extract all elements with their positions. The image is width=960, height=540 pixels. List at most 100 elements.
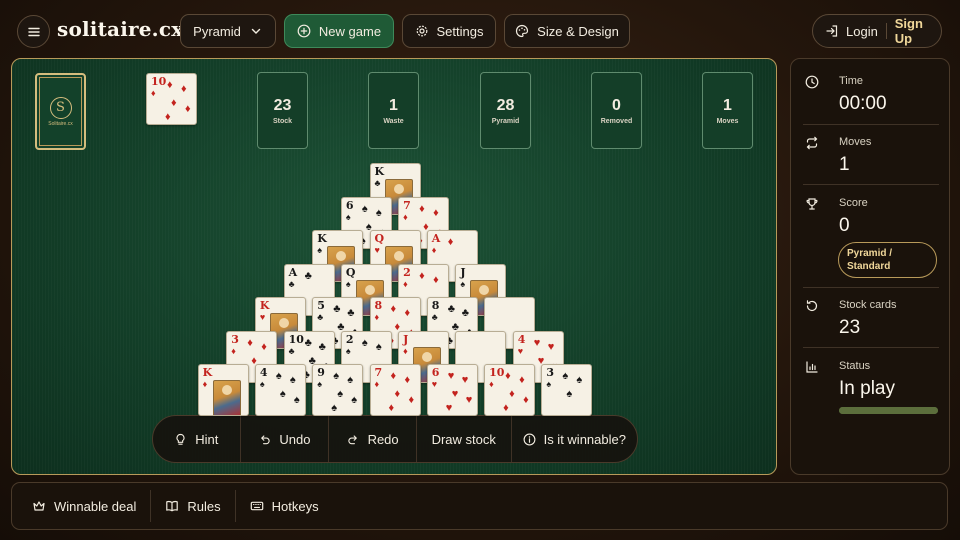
status-progress-fill	[839, 407, 938, 414]
card-rank: A	[431, 232, 441, 245]
counter-removed: 0 Removed	[591, 72, 642, 149]
card-suit: ♠	[345, 345, 351, 356]
crown-icon	[33, 501, 45, 511]
card-pip: ♣	[461, 307, 470, 319]
card-pip: ♦	[181, 83, 187, 95]
draw-stock-button[interactable]: Draw stock	[417, 416, 512, 462]
login-button[interactable]: Login	[813, 15, 886, 47]
signup-button[interactable]: Sign Up	[887, 16, 941, 46]
time-label: Time	[839, 75, 864, 87]
size-design-button[interactable]: Size & Design	[504, 14, 630, 48]
stat-divider	[803, 124, 939, 125]
card-rank: J	[460, 265, 466, 279]
pyramid-card[interactable]: 10 ♦ ♦ ♦ ♦ ♦ ♦	[484, 364, 536, 416]
status-progress-bar	[839, 407, 938, 414]
trophy-icon	[806, 198, 818, 210]
new-game-button[interactable]: New game	[284, 14, 394, 48]
court-figure	[212, 380, 241, 415]
card-suit: ♦	[374, 312, 380, 322]
undo-button[interactable]: Undo	[241, 416, 330, 462]
info-icon	[523, 433, 536, 445]
pyramid-card[interactable]: K ♦	[197, 364, 249, 416]
redo-label: Redo	[367, 431, 399, 447]
action-bar: Hint Undo Redo Draw stock Is it winnable…	[152, 415, 638, 463]
card-rank: 9	[317, 366, 325, 379]
stock-pile[interactable]: S Solitaire.cx	[35, 73, 86, 150]
card-rank: J	[403, 332, 409, 346]
card-suit: ♦	[374, 379, 380, 389]
counter-label: Pyramid	[491, 117, 520, 125]
card-rank: 6	[431, 366, 440, 379]
card-suit: ♠	[259, 379, 265, 389]
stat-divider	[803, 184, 939, 185]
moves-value: 1	[839, 154, 850, 175]
settings-button[interactable]: Settings	[402, 14, 496, 48]
is-winnable-button[interactable]: Is it winnable?	[512, 416, 637, 462]
card-rank: 6	[345, 198, 354, 212]
card-suit: ♦	[202, 379, 208, 389]
repeat-icon	[806, 136, 818, 150]
card-pip: ♦	[419, 202, 425, 215]
draw-stock-label: Draw stock	[431, 431, 496, 447]
card-suit: ♠	[460, 278, 466, 289]
card-pip: ♠	[331, 402, 338, 414]
menu-button[interactable]	[17, 15, 50, 48]
card-rank: Q	[374, 232, 385, 245]
card-suit: ♣	[288, 345, 295, 356]
pyramid-card[interactable]: 9 ♠ ♠ ♠ ♠ ♠ ♠	[312, 364, 364, 416]
counter-label: Stock	[272, 117, 293, 125]
card-pip: ♠	[361, 336, 368, 349]
winnable-deal-link[interactable]: Winnable deal	[18, 490, 152, 522]
card-suit: ♦	[431, 245, 437, 255]
login-icon	[826, 25, 838, 37]
card-suit: ♦	[403, 345, 408, 356]
status-label: Status	[839, 360, 871, 372]
counter-value: 28	[496, 96, 515, 114]
card-rank: A	[288, 265, 298, 279]
card-pip: ♦	[505, 370, 511, 382]
pyramid-card[interactable]: 3 ♠ ♠ ♠ ♠	[541, 364, 593, 416]
card-pip: ♦	[447, 236, 454, 248]
waste-pile[interactable]: 10 ♦ ♦ ♦ ♦ ♦ ♦	[146, 73, 197, 125]
size-design-label: Size & Design	[537, 23, 619, 39]
pyramid-card[interactable]: 6 ♥ ♥ ♥ ♥ ♥ ♥	[426, 364, 478, 416]
card-pip: ♥	[445, 402, 453, 414]
counter-waste: 1 Waste	[368, 72, 419, 149]
pyramid-card[interactable]: 4 ♠ ♠ ♠ ♠ ♠	[254, 364, 306, 416]
winnable-deal-label: Winnable deal	[54, 498, 137, 514]
stock-cards-value: 23	[839, 317, 861, 338]
card-pip: ♠	[351, 394, 358, 406]
card-rank: 10	[489, 366, 505, 379]
rules-link[interactable]: Rules	[151, 490, 236, 522]
chevron-down-icon	[251, 28, 261, 34]
card-pip: ♦	[404, 374, 411, 386]
auth-group: Login Sign Up	[812, 14, 942, 48]
card-pip: ♦	[185, 103, 191, 115]
plus-circle-icon	[297, 24, 311, 38]
card-pip: ♦	[523, 394, 529, 406]
card-rank: 4	[259, 366, 268, 379]
stats-panel: Time 00:00 Moves 1 Score 0 Pyramid / Sta…	[790, 58, 950, 475]
pyramid-card[interactable]: 7♦♦♦♦♦♦	[369, 364, 421, 416]
new-game-label: New game	[318, 23, 382, 39]
card-pip: ♠	[275, 370, 282, 382]
hotkeys-link[interactable]: Hotkeys	[236, 490, 333, 522]
card-suit: ♣	[374, 178, 381, 188]
counter-value: 0	[612, 96, 621, 114]
card-pip: ♦	[419, 269, 425, 282]
card-pip: ♦	[404, 307, 411, 319]
hint-button[interactable]: Hint	[153, 416, 241, 462]
score-label: Score	[839, 197, 868, 209]
variant-select[interactable]: Pyramid	[180, 14, 276, 48]
counter-label: Waste	[383, 117, 404, 125]
login-label: Login	[846, 23, 878, 39]
card-rank: 8	[374, 299, 383, 312]
stat-time: Time 00:00	[803, 73, 939, 129]
clock-icon	[805, 75, 819, 89]
card-rank: K	[374, 165, 385, 178]
redo-button[interactable]: Redo	[329, 416, 417, 462]
card-pip: ♠	[375, 340, 382, 353]
card-pip: ♦	[509, 388, 515, 400]
logo[interactable]: solitaire.cx	[57, 17, 183, 41]
counter-label: Removed	[600, 117, 633, 125]
